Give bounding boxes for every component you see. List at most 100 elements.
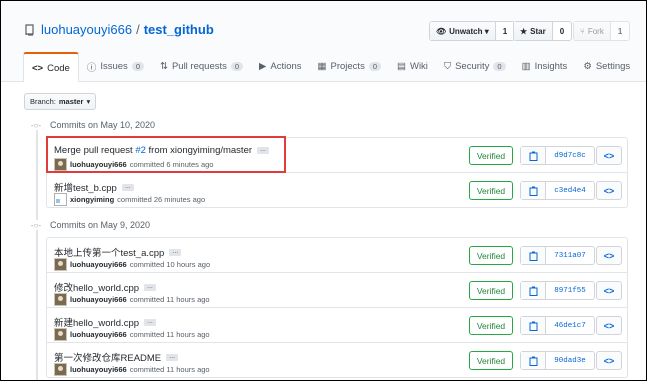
repo-icon: [25, 23, 34, 36]
github-repo-page: luohuayouyi666 / test_github 👁 Unwatch ▾…: [0, 0, 647, 381]
tab-projects[interactable]: ▦ Projects 0: [310, 53, 389, 80]
verified-badge[interactable]: Verified: [469, 351, 513, 370]
avatar[interactable]: [54, 293, 67, 306]
fork-group: ⑂ Fork 1: [573, 21, 631, 41]
commit-sha-link[interactable]: d9d7c8c: [546, 147, 594, 164]
tab-pull-requests[interactable]: ⇅ Pull requests 0: [152, 53, 251, 80]
browse-code-icon[interactable]: <>: [596, 146, 622, 165]
commit-meta: luohuayouyi666 committed 11 hours ago: [54, 328, 210, 341]
browse-code-icon[interactable]: <>: [596, 181, 622, 200]
watch-count[interactable]: 1: [496, 27, 514, 36]
verified-badge[interactable]: Verified: [469, 181, 513, 200]
commit-sha-link[interactable]: c3ed4e4: [546, 182, 594, 199]
avatar[interactable]: [54, 258, 67, 271]
project-icon: ▦: [317, 61, 327, 72]
commit-sha-link[interactable]: 90dad3e: [546, 352, 594, 369]
commit-author[interactable]: luohuayouyi666: [70, 330, 127, 339]
branch-prefix: Branch:: [30, 97, 56, 106]
star-count[interactable]: 0: [553, 27, 571, 36]
star-button[interactable]: ★ Star: [514, 22, 553, 40]
commit-meta: luohuayouyi666 committed 11 hours ago: [54, 363, 210, 376]
expand-message-button[interactable]: …: [144, 318, 157, 326]
verified-badge[interactable]: Verified: [469, 146, 513, 165]
avatar[interactable]: [54, 328, 67, 341]
code-icon: <>: [32, 62, 44, 74]
issue-icon: ⓘ: [86, 62, 97, 74]
clipboard-icon[interactable]: [521, 182, 546, 199]
repo-owner-link[interactable]: luohuayouyi666: [41, 22, 132, 37]
commit-meta: luohuayouyi666 committed 10 hours ago: [54, 258, 210, 271]
browse-code-icon[interactable]: <>: [596, 281, 622, 300]
commit-timeline: [36, 126, 38, 380]
clipboard-icon[interactable]: [521, 282, 546, 299]
tab-security[interactable]: ⛉ Security 0: [436, 53, 514, 80]
commit-time: committed 11 hours ago: [129, 295, 210, 304]
tab-settings[interactable]: ⚙ Settings: [575, 53, 638, 80]
verified-badge[interactable]: Verified: [469, 281, 513, 300]
commit-row: 新增test_b.cpp … xiongyiming committed 26 …: [47, 173, 627, 207]
repo-separator: /: [136, 22, 140, 37]
highlight-box: [46, 136, 286, 173]
commit-author[interactable]: luohuayouyi666: [70, 365, 127, 374]
browse-code-icon[interactable]: <>: [596, 351, 622, 370]
graph-icon: ▥: [521, 61, 531, 72]
commit-time: committed 11 hours ago: [129, 365, 210, 374]
commit-message[interactable]: 修改hello_world.cpp …: [54, 280, 157, 294]
commit-author[interactable]: xiongyiming: [70, 195, 114, 204]
commit-group-title: -○- Commits on May 9, 2020: [30, 220, 155, 230]
tab-code[interactable]: <> Code: [23, 52, 79, 82]
gear-icon: ⚙: [583, 61, 592, 72]
repo-nav-tabs: <> Code ⓘ Issues 0 ⇅ Pull requests 0 ▶ A…: [23, 52, 638, 82]
commit-author[interactable]: luohuayouyi666: [70, 295, 127, 304]
play-icon: ▶: [259, 61, 267, 72]
tab-actions[interactable]: ▶ Actions: [251, 53, 309, 80]
commit-sha-link[interactable]: 7311a07: [546, 247, 594, 264]
tab-insights[interactable]: ▥ Insights: [514, 53, 576, 80]
expand-message-button[interactable]: …: [169, 248, 182, 256]
commit-sha-link[interactable]: 8971f55: [546, 282, 594, 299]
commit-sha-link[interactable]: 46de1c7: [546, 317, 594, 334]
unwatch-button[interactable]: 👁 Unwatch ▾: [430, 22, 496, 40]
fork-button[interactable]: ⑂ Fork: [574, 22, 611, 40]
sha-button-group: 8971f55: [520, 281, 595, 300]
expand-message-button[interactable]: …: [121, 183, 134, 191]
commit-meta: xiongyiming committed 26 minutes ago: [54, 193, 205, 206]
commit-time: committed 26 minutes ago: [117, 195, 206, 204]
commit-message[interactable]: 新建hello_world.cpp …: [54, 315, 157, 329]
expand-message-button[interactable]: …: [144, 283, 157, 291]
clipboard-icon[interactable]: [521, 147, 546, 164]
watch-group: 👁 Unwatch ▾ 1: [429, 21, 516, 41]
repo-header: luohuayouyi666 / test_github 👁 Unwatch ▾…: [1, 1, 646, 82]
avatar[interactable]: [54, 363, 67, 376]
commit-message[interactable]: 新增test_b.cpp …: [54, 180, 134, 194]
branch-name: master: [58, 97, 84, 106]
commit-row: 本地上传第一个test_a.cpp … luohuayouyi666 commi…: [47, 238, 627, 273]
eye-icon: 👁: [436, 26, 447, 36]
pull-request-icon: ⇅: [159, 61, 168, 72]
verified-badge[interactable]: Verified: [469, 316, 513, 335]
verified-badge[interactable]: Verified: [469, 246, 513, 265]
commit-time: committed 10 hours ago: [129, 260, 211, 269]
avatar[interactable]: [54, 193, 67, 206]
tab-wiki[interactable]: ▤ Wiki: [389, 53, 436, 80]
browse-code-icon[interactable]: <>: [596, 246, 622, 265]
shield-icon: ⛉: [443, 61, 452, 72]
fork-count[interactable]: 1: [611, 27, 629, 36]
clipboard-icon[interactable]: [521, 352, 546, 369]
tab-issues[interactable]: ⓘ Issues 0: [79, 53, 152, 80]
sha-button-group: 90dad3e: [520, 351, 595, 370]
commit-icon: -○-: [30, 220, 42, 230]
clipboard-icon[interactable]: [521, 317, 546, 334]
repo-name-link[interactable]: test_github: [144, 22, 214, 37]
commit-message[interactable]: 第一次修改仓库README …: [54, 350, 179, 364]
commit-author[interactable]: luohuayouyi666: [70, 260, 127, 269]
commit-time: committed 11 hours ago: [129, 330, 210, 339]
sha-button-group: d9d7c8c: [520, 146, 595, 165]
commit-row: 第一次修改仓库README … luohuayouyi666 committed…: [47, 343, 627, 377]
commit-message[interactable]: 本地上传第一个test_a.cpp …: [54, 245, 182, 259]
browse-code-icon[interactable]: <>: [596, 316, 622, 335]
branch-select[interactable]: Branch: master ▾: [24, 93, 97, 110]
clipboard-icon[interactable]: [521, 247, 546, 264]
expand-message-button[interactable]: …: [166, 353, 179, 361]
projects-count-badge: 0: [368, 62, 381, 71]
